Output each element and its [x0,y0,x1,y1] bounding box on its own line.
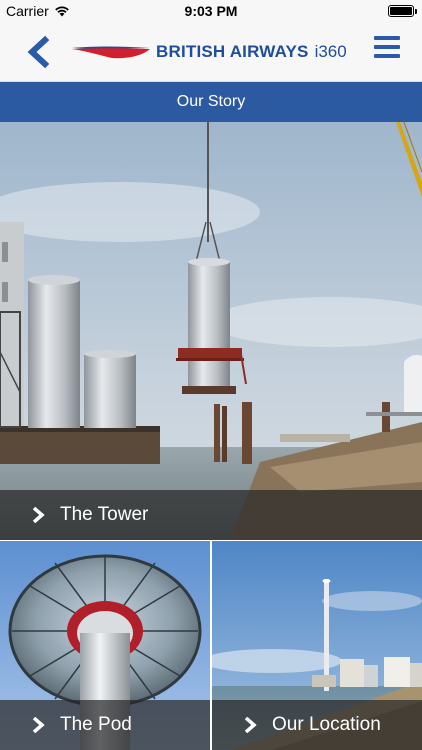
status-bar: Carrier 9:03 PM [0,0,422,22]
tile-label-the-tower: The Tower [0,490,422,540]
tile-the-pod[interactable]: The Pod [0,541,210,750]
tile-label-text: The Tower [60,504,149,525]
tile-our-location[interactable]: Our Location [212,541,422,750]
tower-construction-photo [0,122,422,540]
nav-bar: BRITISH AIRWAYS i360 [0,22,422,82]
chevron-right-icon [32,507,45,523]
back-button[interactable] [18,32,58,72]
battery-icon [388,5,417,17]
section-title: Our Story [0,82,422,122]
menu-line [374,45,400,49]
battery-level [390,7,412,15]
hamburger-menu-icon [374,36,400,40]
tile-the-tower[interactable]: The Tower [0,122,422,540]
menu-line [374,54,400,58]
brand-sub: i360 [314,42,347,61]
tile-label-our-location: Our Location [212,700,422,750]
brand-logo: BRITISH AIRWAYS i360 [72,36,347,68]
status-time: 9:03 PM [184,3,238,19]
chevron-right-icon [244,717,257,733]
tile-label-text: The Pod [60,714,132,735]
tile-label-the-pod: The Pod [0,700,210,750]
brand-name: BRITISH AIRWAYS [156,42,309,61]
tile-label-text: Our Location [272,714,381,735]
chevron-left-icon [27,35,50,69]
speedmarque-logo [72,46,150,59]
menu-button[interactable] [374,36,400,58]
chevron-right-icon [32,717,45,733]
